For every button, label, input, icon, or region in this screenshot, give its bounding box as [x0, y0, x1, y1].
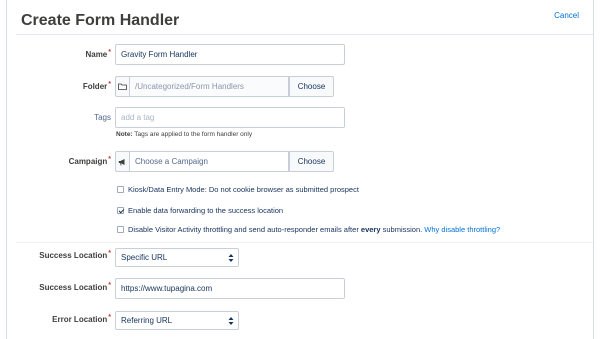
name-label-text: Name: [85, 50, 108, 59]
name-label: Name*: [85, 49, 111, 59]
success-url-row: Success Location* https://www.tupagina.c…: [7, 278, 595, 300]
campaign-choose-button[interactable]: Choose: [289, 151, 334, 172]
required-marker: *: [108, 156, 111, 163]
name-input[interactable]: Gravity Form Handler: [115, 44, 345, 65]
folder-icon: [115, 76, 129, 97]
error-location-label: Error Location*: [52, 314, 111, 324]
data-forwarding-checkbox[interactable]: [117, 207, 124, 214]
megaphone-icon: [115, 151, 129, 172]
select-arrows-icon: [228, 317, 234, 325]
campaign-label-text: Campaign: [68, 157, 108, 166]
throttling-text-bold: every: [360, 225, 381, 234]
required-marker: *: [108, 49, 111, 56]
throttling-text-pre: Disable Visitor Activity throttling and …: [128, 225, 361, 234]
success-url-label-text: Success Location: [39, 283, 108, 292]
error-location-value: Referring URL: [121, 316, 173, 325]
kiosk-mode-checkbox[interactable]: [117, 186, 124, 193]
success-url-input[interactable]: https://www.tupagina.com: [115, 278, 345, 299]
success-type-label: Success Location*: [39, 250, 111, 260]
disable-throttling-checkbox[interactable]: [117, 226, 124, 233]
title-divider: [16, 34, 593, 35]
kiosk-mode-label: Kiosk/Data Entry Mode: Do not cookie bro…: [128, 185, 359, 194]
required-marker: *: [108, 81, 111, 88]
success-type-select[interactable]: Specific URL: [115, 248, 239, 267]
throttling-text-post: submission.: [380, 225, 425, 234]
success-url-label: Success Location*: [39, 282, 111, 292]
campaign-input[interactable]: Choose a Campaign: [129, 151, 289, 172]
campaign-label: Campaign*: [68, 156, 111, 166]
tags-label: Tags: [94, 113, 111, 122]
tags-note: Note: Tags are applied to the form handl…: [116, 131, 252, 138]
name-row: Name* Gravity Form Handler: [7, 44, 595, 66]
folder-label: Folder*: [82, 81, 111, 91]
disable-throttling-label: Disable Visitor Activity throttling and …: [128, 225, 500, 234]
folder-path-field: /Uncategorized/Form Handlers: [129, 76, 289, 97]
why-disable-throttling-link[interactable]: Why disable throttling?: [424, 225, 500, 234]
required-marker: *: [108, 250, 111, 257]
folder-label-text: Folder: [82, 82, 108, 91]
folder-choose-button[interactable]: Choose: [289, 76, 334, 97]
success-type-row: Success Location* Specific URL: [7, 248, 595, 268]
error-location-row: Error Location* Referring URL: [7, 311, 595, 331]
tags-row: Tags add a tag Note: Tags are applied to…: [7, 107, 595, 141]
select-arrows-icon: [228, 254, 234, 262]
folder-row: Folder* /Uncategorized/Form Handlers Cho…: [7, 76, 595, 98]
error-location-select[interactable]: Referring URL: [115, 311, 239, 330]
success-type-value: Specific URL: [121, 253, 168, 262]
section-divider: [16, 242, 593, 243]
required-marker: *: [108, 282, 111, 289]
error-location-label-text: Error Location: [52, 315, 108, 324]
campaign-row: Campaign* Choose a Campaign Choose: [7, 151, 595, 173]
page-title: Create Form Handler: [21, 12, 180, 29]
tags-input[interactable]: add a tag: [115, 107, 345, 128]
note-bold: Note:: [116, 131, 133, 138]
note-text: Tags are applied to the form handler onl…: [132, 131, 253, 138]
success-type-label-text: Success Location: [39, 251, 108, 260]
required-marker: *: [108, 314, 111, 321]
data-forwarding-label: Enable data forwarding to the success lo…: [128, 206, 284, 215]
form-panel: Create Form Handler Cancel Name* Gravity…: [6, 0, 594, 339]
cancel-link[interactable]: Cancel: [554, 11, 579, 20]
